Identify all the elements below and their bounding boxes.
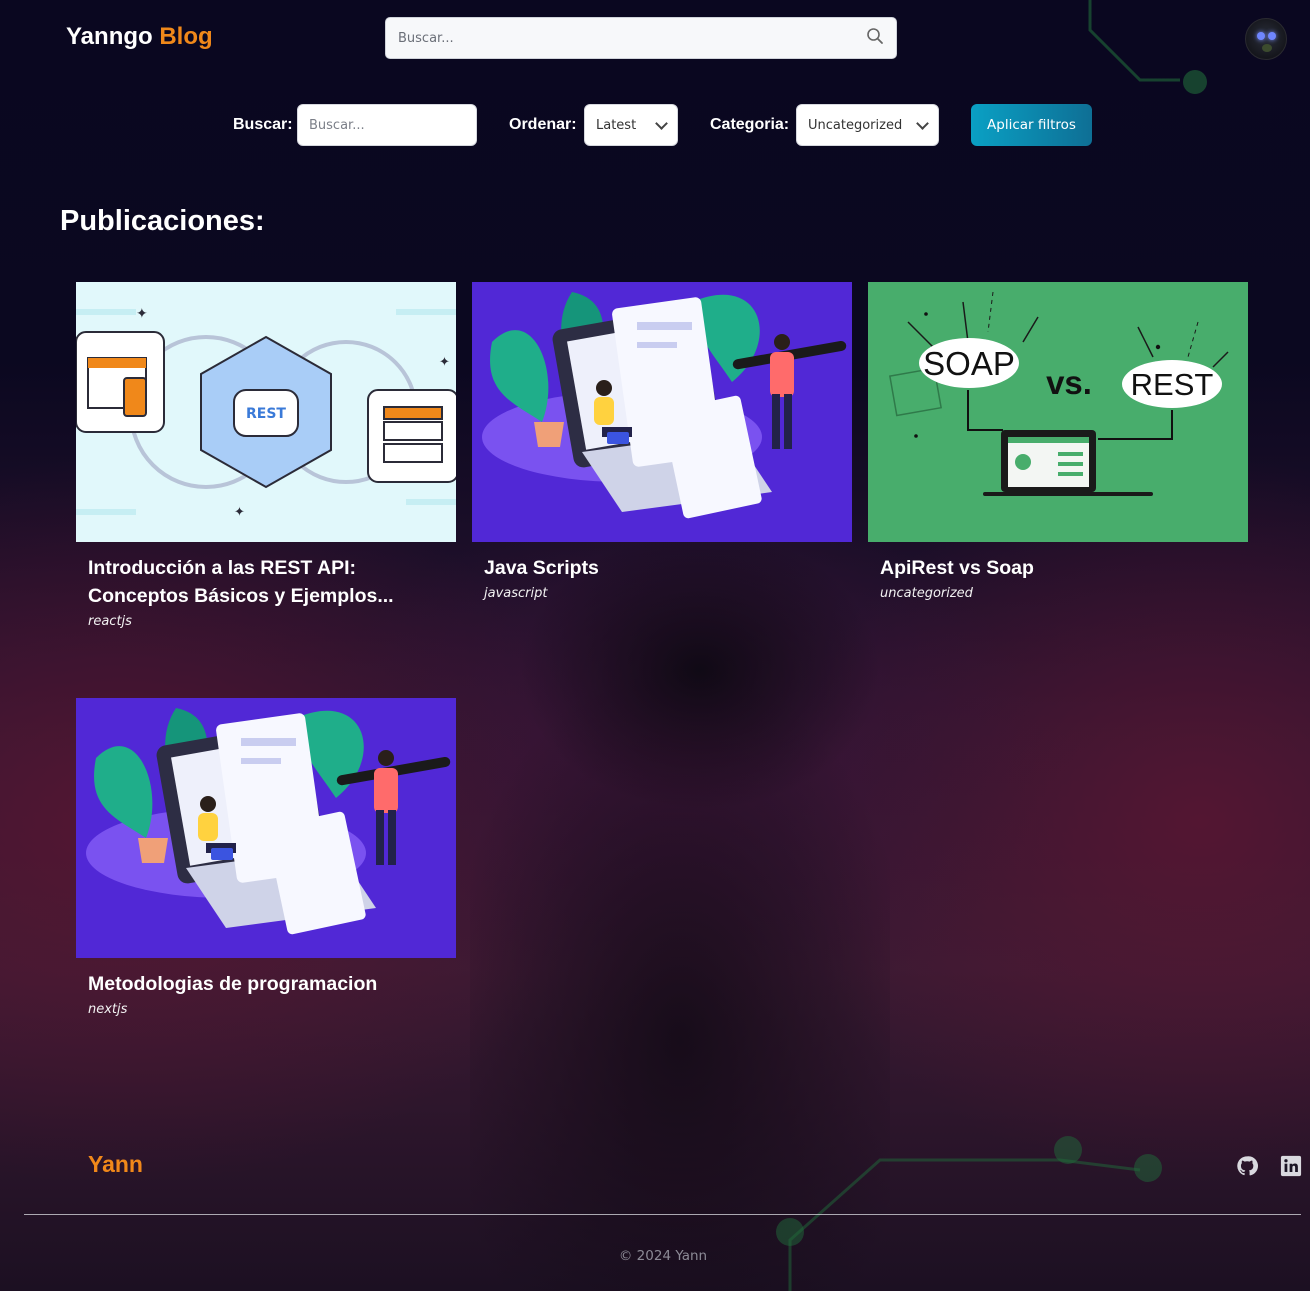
copyright-text: © 2024 Yann xyxy=(618,1248,708,1264)
github-icon[interactable] xyxy=(1236,1155,1258,1177)
chevron-down-icon xyxy=(655,116,668,130)
category-select-value: Uncategorized xyxy=(808,117,903,133)
filters-bar: Buscar: Ordenar: Latest Categoria: Uncat… xyxy=(0,104,1310,146)
post-title[interactable]: Metodologias de programacion xyxy=(88,970,444,998)
apply-filters-button[interactable]: Aplicar filtros xyxy=(971,104,1092,146)
post-card[interactable]: Java Scripts javascript xyxy=(472,282,852,601)
post-tag: reactjs xyxy=(88,614,132,629)
post-title[interactable]: Java Scripts xyxy=(484,554,840,582)
svg-text:✦: ✦ xyxy=(234,505,245,520)
linkedin-icon[interactable] xyxy=(1280,1155,1302,1177)
order-select-value: Latest xyxy=(596,117,637,133)
soap-label: SOAP xyxy=(923,345,1015,382)
post-thumbnail-laptop[interactable] xyxy=(76,698,456,958)
footer-divider xyxy=(24,1214,1301,1215)
post-thumbnail-soap-vs-rest[interactable]: SOAP vs. REST xyxy=(868,282,1248,542)
filter-category-label: Categoria: xyxy=(710,116,790,133)
svg-text:REST: REST xyxy=(246,406,286,422)
post-tag: nextjs xyxy=(88,1002,128,1017)
search-icon[interactable] xyxy=(866,27,884,49)
header-search-input[interactable] xyxy=(398,30,866,46)
site-logo[interactable]: Yanngo Blog xyxy=(66,23,213,51)
post-card[interactable]: REST ✦ ✦ ✦ Introducción a las REST API: … xyxy=(76,282,456,629)
filter-order-label: Ordenar: xyxy=(509,116,577,133)
post-tag: uncategorized xyxy=(880,586,973,601)
post-title[interactable]: ApiRest vs Soap xyxy=(880,554,1236,582)
category-select[interactable]: Uncategorized xyxy=(796,104,939,146)
post-title[interactable]: Introducción a las REST API: Conceptos B… xyxy=(88,554,444,610)
avatar[interactable] xyxy=(1245,18,1287,60)
filter-search-input[interactable] xyxy=(309,117,465,133)
footer-brand[interactable]: Yann xyxy=(88,1151,143,1178)
header-search-bar xyxy=(385,17,897,59)
post-thumbnail-laptop[interactable] xyxy=(472,282,852,542)
avatar-eye-right xyxy=(1268,32,1276,40)
logo-text-accent: Blog xyxy=(159,23,213,50)
filter-search-label: Buscar: xyxy=(233,116,293,133)
avatar-eye-left xyxy=(1257,32,1265,40)
page-title: Publicaciones: xyxy=(60,205,265,237)
post-card[interactable]: SOAP vs. REST ApiRest vs Soap uncategori… xyxy=(868,282,1248,601)
post-thumbnail-rest-api[interactable]: REST ✦ ✦ ✦ xyxy=(76,282,456,542)
svg-text:✦: ✦ xyxy=(439,355,450,370)
post-tag: javascript xyxy=(484,586,548,601)
post-card[interactable]: Metodologias de programacion nextjs xyxy=(76,698,456,1017)
logo-text-primary: Yanngo xyxy=(66,23,153,50)
svg-text:✦: ✦ xyxy=(136,306,148,322)
filter-search-field xyxy=(297,104,477,146)
vs-label: vs. xyxy=(1046,364,1092,401)
chevron-down-icon xyxy=(916,116,929,130)
order-select[interactable]: Latest xyxy=(584,104,678,146)
rest-label: REST xyxy=(1131,367,1214,402)
avatar-mouth xyxy=(1262,44,1272,52)
